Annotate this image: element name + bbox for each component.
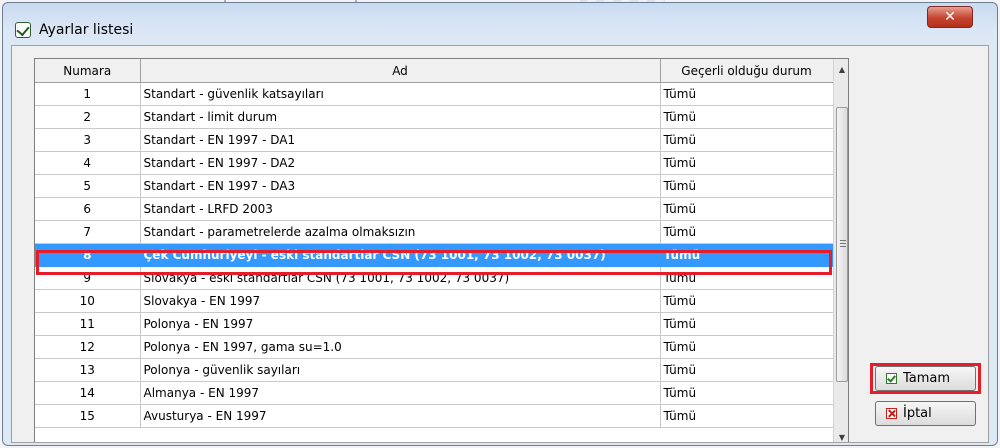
scroll-down-arrow-icon[interactable]: ▼ <box>834 429 848 442</box>
cell-number: 12 <box>35 335 141 359</box>
cell-number: 10 <box>35 289 141 313</box>
cell-status: Tümü <box>660 174 834 198</box>
cell-status: Tümü <box>660 404 834 428</box>
cell-name: Avusturya - EN 1997 <box>140 404 661 428</box>
cell-number: 8 <box>35 243 141 267</box>
cell-status: Tümü <box>660 105 834 129</box>
cell-status: Tümü <box>660 289 834 313</box>
cell-name: Almanya - EN 1997 <box>140 381 661 405</box>
table-header: Numara Ad Geçerli olduğu durum <box>35 59 834 83</box>
scrollbar-grip-icon <box>840 240 846 247</box>
vertical-scrollbar[interactable]: ▲ ▼ <box>833 59 848 442</box>
dialog-client-area: Numara Ad Geçerli olduğu durum 1 Standart… <box>11 45 989 443</box>
ok-button[interactable]: Tamam <box>875 366 976 391</box>
cell-number: 4 <box>35 151 141 175</box>
cell-status: Tümü <box>660 266 834 290</box>
table-row[interactable]: 6 Standart - LRFD 2003 Tümü <box>35 197 834 221</box>
cell-number: 13 <box>35 358 141 382</box>
column-header-name[interactable]: Ad <box>140 59 661 83</box>
title-bar[interactable]: Ayarlar listesi ✕ <box>3 3 997 38</box>
table-row[interactable]: 1 Standart - güvenlik katsayıları Tümü <box>35 82 834 106</box>
cell-number: 14 <box>35 381 141 405</box>
ok-button-label: Tamam <box>903 371 951 386</box>
cell-number: 5 <box>35 174 141 198</box>
checkmark-icon <box>15 22 31 38</box>
cell-name: Standart - parametrelerde azalma olmaksı… <box>140 220 661 244</box>
table-row[interactable]: 14 Almanya - EN 1997 Tümü <box>35 381 834 405</box>
cell-name: Polonya - EN 1997 <box>140 312 661 336</box>
table-row[interactable]: 10 Slovakya - EN 1997 Tümü <box>35 289 834 313</box>
cell-status: Tümü <box>660 381 834 405</box>
cell-status: Tümü <box>660 220 834 244</box>
cell-name: Standart - EN 1997 - DA3 <box>140 174 661 198</box>
cell-number: 11 <box>35 312 141 336</box>
column-header-number[interactable]: Numara <box>35 59 141 83</box>
cell-name: Polonya - EN 1997, gama su=1.0 <box>140 335 661 359</box>
cell-number: 1 <box>35 82 141 106</box>
cell-status: Tümü <box>660 151 834 175</box>
cell-status: Tümü <box>660 243 834 267</box>
cell-status: Tümü <box>660 128 834 152</box>
settings-list-dialog: Ayarlar listesi ✕ Numara Ad Geçerli oldu… <box>2 2 998 446</box>
checkmark-icon <box>886 373 897 384</box>
table-row[interactable]: 12 Polonya - EN 1997, gama su=1.0 Tümü <box>35 335 834 359</box>
scrollbar-thumb[interactable] <box>836 107 848 382</box>
scroll-up-arrow-icon[interactable]: ▲ <box>834 61 848 78</box>
cell-status: Tümü <box>660 82 834 106</box>
cell-name: Standart - EN 1997 - DA1 <box>140 128 661 152</box>
table-row[interactable]: 8 Çek Cumhuriyeyi - eski standartlar CSN … <box>35 243 834 267</box>
table-row[interactable]: 5 Standart - EN 1997 - DA3 Tümü <box>35 174 834 198</box>
cell-number: 6 <box>35 197 141 221</box>
table-row[interactable]: 3 Standart - EN 1997 - DA1 Tümü <box>35 128 834 152</box>
cell-name: Standart - limit durum <box>140 105 661 129</box>
cell-status: Tümü <box>660 197 834 221</box>
cell-number: 9 <box>35 266 141 290</box>
cancel-button[interactable]: İptal <box>875 401 976 426</box>
cell-number: 7 <box>35 220 141 244</box>
close-icon: ✕ <box>944 9 956 25</box>
table-row[interactable]: 4 Standart - EN 1997 - DA2 Tümü <box>35 151 834 175</box>
cell-name: Polonya - güvenlik sayıları <box>140 358 661 382</box>
table-row[interactable]: 9 Slovakya - eski standartlar CSN (73 100… <box>35 266 834 290</box>
column-header-status[interactable]: Geçerli olduğu durum <box>660 59 834 83</box>
cancel-x-icon <box>886 408 897 419</box>
cell-status: Tümü <box>660 358 834 382</box>
cell-name: Standart - LRFD 2003 <box>140 197 661 221</box>
cell-name: Slovakya - EN 1997 <box>140 289 661 313</box>
table-row[interactable]: 11 Polonya - EN 1997 Tümü <box>35 312 834 336</box>
cell-number: 2 <box>35 105 141 129</box>
cell-status: Tümü <box>660 335 834 359</box>
cell-name: Slovakya - eski standartlar CSN (73 1001… <box>140 266 661 290</box>
cell-name: Standart - güvenlik katsayıları <box>140 82 661 106</box>
cell-number: 15 <box>35 404 141 428</box>
cell-number: 3 <box>35 128 141 152</box>
cell-name: Standart - EN 1997 - DA2 <box>140 151 661 175</box>
cell-name: Çek Cumhuriyeyi - eski standartlar CSN (… <box>140 243 661 267</box>
window-title: Ayarlar listesi <box>39 22 134 38</box>
table-row[interactable]: 7 Standart - parametrelerde azalma olmaks… <box>35 220 834 244</box>
cancel-button-label: İptal <box>903 406 932 421</box>
table-row[interactable]: 2 Standart - limit durum Tümü <box>35 105 834 129</box>
table-row[interactable]: 15 Avusturya - EN 1997 Tümü <box>35 404 834 428</box>
table-row[interactable]: 13 Polonya - güvenlik sayıları Tümü <box>35 358 834 382</box>
cell-status: Tümü <box>660 312 834 336</box>
settings-table: Numara Ad Geçerli olduğu durum 1 Standart… <box>34 58 849 442</box>
close-button[interactable]: ✕ <box>927 6 973 28</box>
